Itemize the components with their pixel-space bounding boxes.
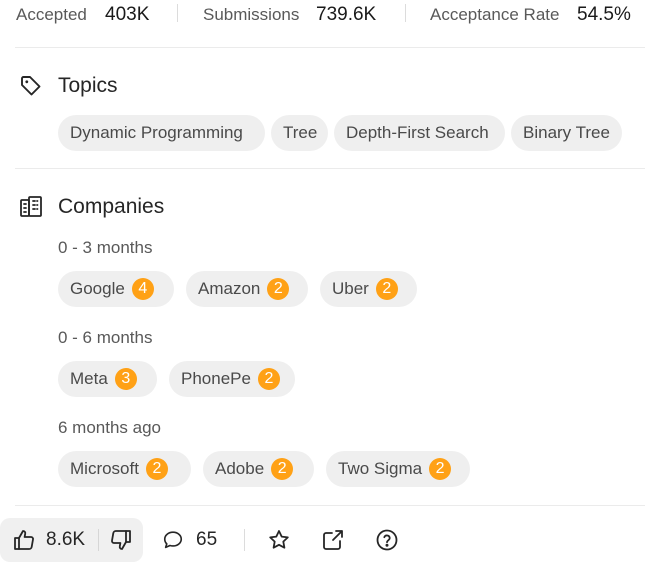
company-name: Amazon — [198, 279, 261, 298]
count-badge: 2 — [145, 458, 168, 480]
dislike-button[interactable] — [109, 518, 133, 562]
topic-tag[interactable]: Binary Tree — [511, 115, 622, 151]
comment-icon — [162, 529, 184, 551]
section-divider — [15, 505, 645, 506]
thumbs-up-icon — [12, 528, 36, 552]
topic-tag-label: Dynamic Programming — [70, 123, 243, 142]
divider — [98, 529, 99, 551]
companies-title: Companies — [58, 195, 165, 218]
stats-bar: Accepted 403K Submissions 739.6K Accepta… — [0, 0, 645, 32]
topic-tag[interactable]: Tree — [271, 115, 328, 151]
section-divider — [15, 168, 645, 169]
like-button[interactable]: 8.6K — [12, 518, 85, 562]
favorite-button[interactable] — [267, 518, 291, 562]
count-badge: 2 — [429, 458, 452, 480]
comments-button[interactable]: 65 — [162, 518, 217, 562]
company-name: Two Sigma — [338, 459, 423, 478]
company-tag[interactable]: Adobe 2 — [203, 451, 314, 487]
company-name: Meta — [70, 369, 108, 388]
company-name: Microsoft — [70, 459, 139, 478]
count-badge: 4 — [131, 278, 154, 300]
accepted-label: Accepted — [16, 5, 87, 24]
divider — [244, 529, 245, 551]
company-tag[interactable]: Microsoft 2 — [58, 451, 191, 487]
submissions-value: 739.6K — [316, 4, 377, 25]
divider — [405, 4, 406, 22]
share-icon — [321, 528, 345, 552]
period-label: 6 months ago — [58, 418, 162, 437]
action-bar: 8.6K 65 — [0, 516, 645, 566]
topics-title: Topics — [58, 74, 118, 97]
star-icon — [267, 528, 291, 552]
divider — [177, 4, 178, 22]
building-icon — [19, 195, 43, 219]
company-name: Google — [70, 279, 125, 298]
count-badge: 3 — [114, 368, 137, 390]
count-badge: 2 — [257, 368, 280, 390]
help-button[interactable] — [375, 518, 399, 562]
company-tag[interactable]: Meta 3 — [58, 361, 157, 397]
period-label: 0 - 6 months — [58, 328, 153, 347]
topic-tag-label: Tree — [283, 123, 318, 142]
vote-group: 8.6K — [0, 518, 143, 562]
company-name: PhonePe — [181, 369, 251, 388]
section-divider — [15, 47, 645, 48]
help-icon — [375, 528, 399, 552]
share-button[interactable] — [321, 518, 345, 562]
company-tag[interactable]: Amazon 2 — [186, 271, 308, 307]
company-name: Adobe — [215, 459, 265, 478]
like-count: 8.6K — [46, 529, 86, 550]
count-badge: 2 — [267, 278, 290, 300]
accepted-value: 403K — [105, 4, 150, 25]
topic-tag-label: Depth-First Search — [346, 123, 489, 142]
company-tag[interactable]: Two Sigma 2 — [326, 451, 470, 487]
count-badge: 2 — [375, 278, 398, 300]
tag-icon — [19, 74, 43, 98]
company-tag[interactable]: Google 4 — [58, 271, 174, 307]
period-label: 0 - 3 months — [58, 238, 153, 257]
company-tag[interactable]: Uber 2 — [320, 271, 417, 307]
company-name: Uber — [332, 279, 369, 298]
topic-tag-label: Binary Tree — [523, 123, 610, 142]
topic-tag[interactable]: Dynamic Programming — [58, 115, 265, 151]
acceptance-rate-label: Acceptance Rate — [430, 5, 560, 24]
submissions-label: Submissions — [203, 5, 300, 24]
topic-tag[interactable]: Depth-First Search — [334, 115, 505, 151]
thumbs-down-icon — [109, 528, 133, 552]
count-badge: 2 — [271, 458, 294, 480]
comment-count: 65 — [196, 529, 218, 550]
company-tag[interactable]: PhonePe 2 — [169, 361, 295, 397]
acceptance-rate-value: 54.5% — [577, 4, 631, 25]
